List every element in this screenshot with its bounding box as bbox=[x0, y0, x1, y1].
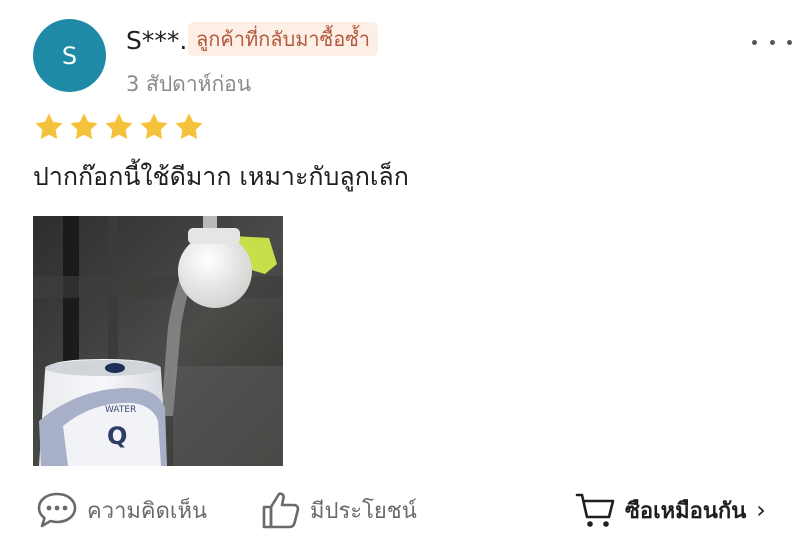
helpful-label: มีประโยชน์ bbox=[310, 498, 417, 524]
buy-same-label: ซือเหมือนกัน bbox=[625, 498, 747, 524]
comment-icon bbox=[37, 492, 77, 528]
review-time: 3 สัปดาห์ก่อน bbox=[126, 72, 252, 96]
thumbs-up-icon bbox=[262, 492, 300, 529]
mug-brand-text: WATER bbox=[105, 405, 136, 415]
avatar[interactable]: S bbox=[33, 19, 106, 92]
helpful-button[interactable]: มีประโยชน์ bbox=[260, 485, 417, 535]
username: S***. bbox=[126, 26, 188, 55]
star-icon bbox=[175, 113, 203, 140]
review-photo[interactable]: WATER Q bbox=[33, 216, 283, 466]
chevron-right-icon: › bbox=[756, 496, 766, 524]
star-icon bbox=[105, 113, 133, 140]
comment-button[interactable]: ความคิดเห็น bbox=[35, 485, 207, 535]
mug-logo-text: Q bbox=[107, 422, 127, 450]
comment-label: ความคิดเห็น bbox=[87, 498, 207, 524]
review-text: ปากก๊อกนี้ใช้ดีมาก เหมาะกับลูกเล็ก bbox=[33, 162, 409, 191]
star-rating bbox=[33, 111, 205, 143]
more-icon[interactable] bbox=[752, 30, 792, 54]
star-icon bbox=[140, 113, 168, 140]
review-photo-image: WATER Q bbox=[33, 216, 283, 466]
cart-icon bbox=[575, 493, 615, 527]
star-icon bbox=[35, 113, 63, 140]
repeat-customer-badge: ลูกค้าที่กลับมาซื้อซ้ำ bbox=[188, 22, 379, 56]
buy-same-button[interactable]: ซือเหมือนกัน › bbox=[575, 485, 766, 535]
avatar-letter: S bbox=[61, 41, 78, 70]
star-icon bbox=[70, 113, 98, 140]
review-actions: ความคิดเห็น มีประโยชน์ ซือเหมือนกัน › bbox=[0, 485, 809, 535]
